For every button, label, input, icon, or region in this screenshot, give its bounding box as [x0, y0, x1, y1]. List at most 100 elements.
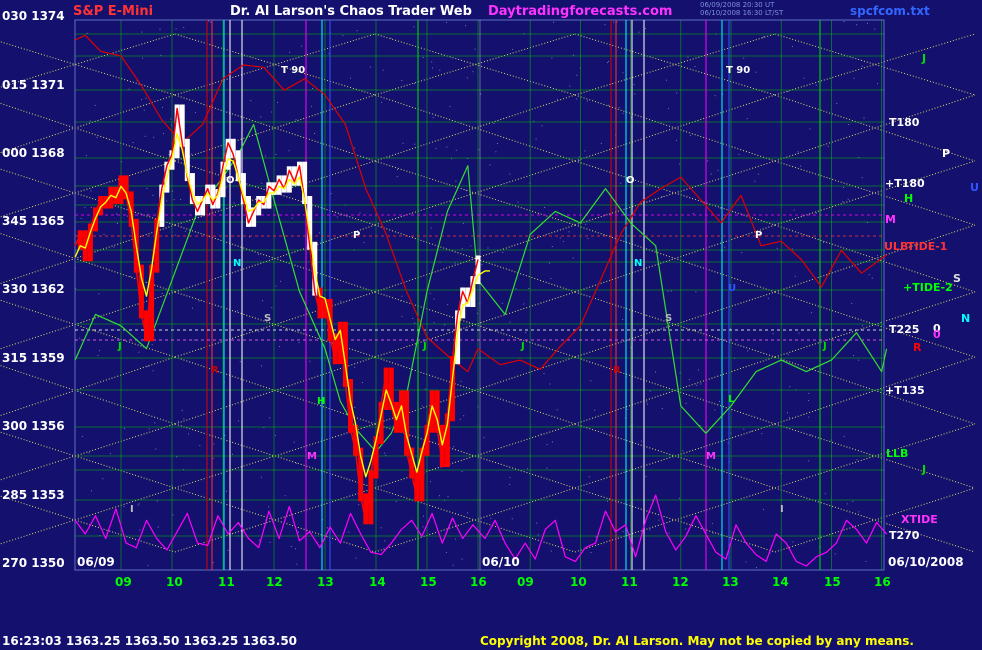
star-dot — [271, 111, 273, 113]
star-dot — [421, 405, 423, 407]
star-dot — [743, 428, 745, 430]
star-dot — [455, 180, 457, 182]
star-dot — [807, 400, 809, 401]
star-dot — [640, 440, 642, 442]
star-dot — [525, 331, 527, 333]
x-tick-label: 09 — [115, 575, 132, 589]
star-dot — [536, 522, 538, 524]
star-dot — [123, 506, 125, 508]
star-dot — [431, 61, 433, 63]
star-dot — [212, 457, 214, 459]
right-label: J — [922, 463, 927, 476]
star-dot — [590, 380, 592, 382]
star-dot — [808, 416, 810, 418]
site-link[interactable]: Daytradingforecasts.com — [488, 4, 672, 19]
star-dot — [397, 169, 398, 170]
y-tick-label: 270 1350 — [2, 556, 65, 570]
star-dot — [649, 390, 651, 392]
star-dot — [262, 300, 263, 302]
star-dot — [318, 232, 320, 234]
star-dot — [667, 290, 669, 292]
star-dot — [162, 106, 164, 108]
star-dot — [682, 450, 684, 452]
star-dot — [546, 444, 548, 445]
star-dot — [414, 143, 416, 145]
star-dot — [264, 155, 266, 157]
star-dot — [208, 20, 210, 22]
star-dot — [667, 108, 669, 110]
star-dot — [600, 142, 602, 144]
star-dot — [152, 194, 154, 196]
star-dot — [512, 48, 514, 50]
star-dot — [430, 227, 432, 229]
star-dot — [293, 441, 295, 443]
date-label: 06/10 — [482, 555, 520, 569]
right-label: P — [942, 147, 951, 160]
star-dot — [342, 35, 344, 37]
star-dot — [858, 511, 860, 513]
star-dot — [553, 21, 555, 23]
star-dot — [295, 462, 297, 464]
star-dot — [159, 28, 161, 30]
quote-readout: 16:23:03 1363.25 1363.50 1363.25 1363.50 — [2, 634, 298, 648]
star-dot — [755, 71, 757, 73]
star-dot — [309, 360, 311, 362]
star-dot — [295, 548, 296, 550]
star-dot — [156, 500, 158, 502]
star-dot — [517, 201, 519, 203]
star-dot — [606, 500, 608, 502]
star-dot — [96, 136, 98, 138]
star-dot — [280, 280, 282, 282]
star-dot — [509, 476, 511, 478]
x-tick-label: 15 — [420, 575, 437, 589]
star-dot — [646, 401, 648, 403]
star-dot — [395, 500, 397, 502]
star-dot — [358, 504, 360, 506]
star-dot — [260, 116, 262, 118]
star-dot — [330, 193, 332, 195]
star-dot — [79, 337, 81, 339]
star-dot — [430, 481, 431, 483]
star-dot — [354, 147, 356, 149]
right-label: H — [904, 192, 914, 205]
star-dot — [767, 297, 769, 299]
star-dot — [808, 392, 810, 394]
star-dot — [876, 83, 878, 85]
star-dot — [238, 420, 239, 422]
star-dot — [146, 187, 148, 189]
right-label: S — [953, 272, 961, 285]
star-dot — [761, 433, 763, 435]
line-label: J — [423, 341, 427, 352]
y-tick-label: 345 1365 — [2, 214, 65, 228]
star-dot — [449, 106, 451, 108]
star-dot — [877, 254, 879, 256]
star-dot — [587, 238, 589, 239]
star-dot — [687, 56, 689, 58]
star-dot — [496, 142, 498, 144]
star-dot — [556, 409, 558, 411]
star-dot — [413, 26, 415, 28]
star-dot — [354, 407, 356, 408]
star-dot — [291, 217, 293, 219]
line-label: T 90 — [726, 65, 751, 76]
star-dot — [80, 217, 82, 219]
right-label: N — [961, 312, 971, 325]
x-tick-label: 13 — [317, 575, 334, 589]
star-dot — [472, 71, 474, 73]
star-dot — [858, 359, 860, 361]
star-dot — [249, 236, 251, 238]
line-label: S — [665, 313, 673, 324]
star-dot — [91, 490, 92, 492]
star-dot — [177, 420, 179, 422]
star-dot — [698, 369, 699, 371]
star-dot — [327, 527, 328, 529]
star-dot — [787, 354, 789, 356]
star-dot — [787, 91, 789, 93]
star-dot — [747, 350, 749, 352]
star-dot — [645, 28, 646, 29]
star-dot — [275, 154, 277, 155]
right-label: T270 — [889, 529, 920, 542]
file-name: spcfcom.txt — [850, 4, 930, 18]
star-dot — [227, 549, 229, 551]
star-dot — [670, 290, 672, 292]
